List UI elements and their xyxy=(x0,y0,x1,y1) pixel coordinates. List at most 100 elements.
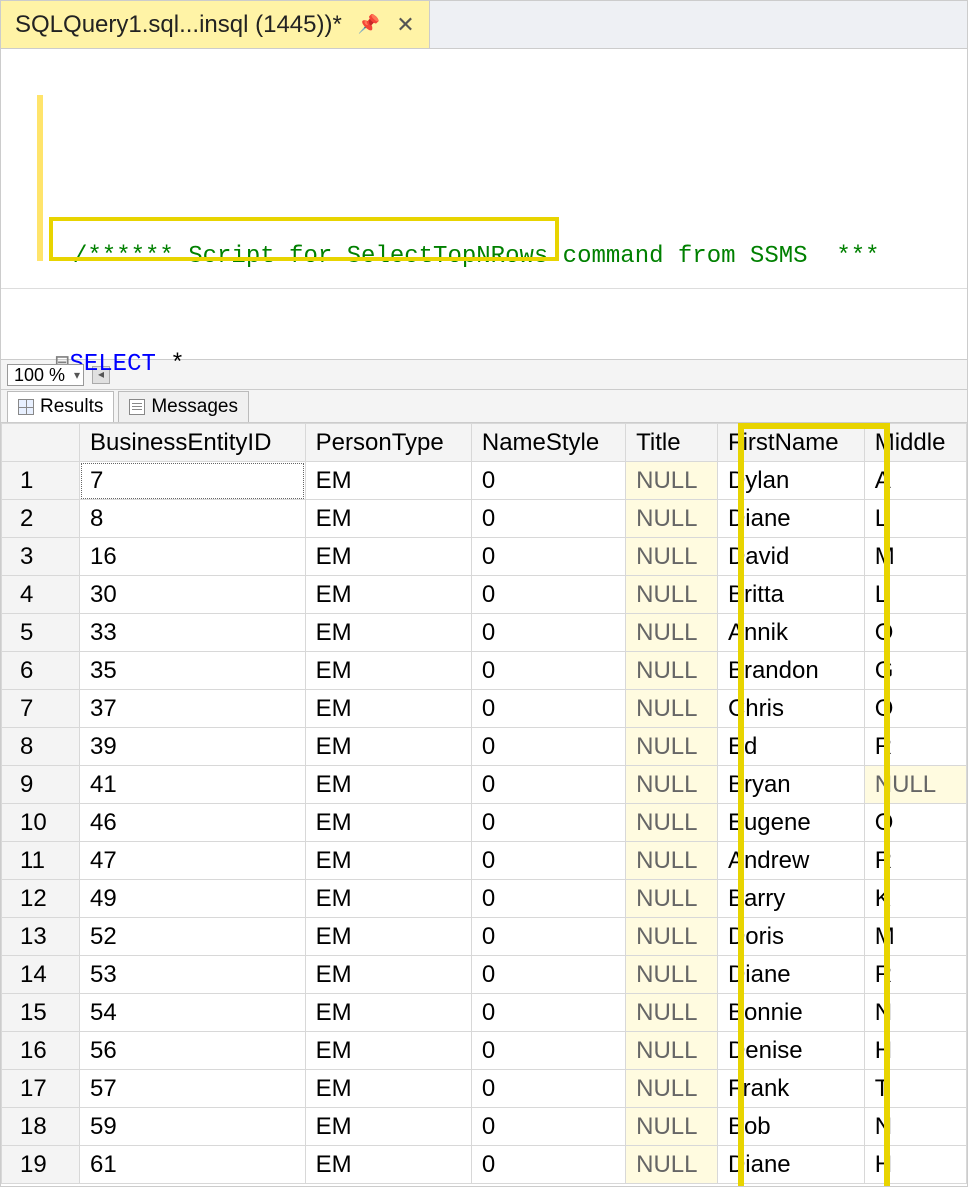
cell-middlename[interactable]: T xyxy=(864,1070,966,1108)
row-number[interactable]: 12 xyxy=(2,880,80,918)
results-grid[interactable]: BusinessEntityID PersonType NameStyle Ti… xyxy=(1,423,967,1184)
row-number[interactable]: 2 xyxy=(2,500,80,538)
row-number[interactable]: 16 xyxy=(2,1032,80,1070)
cell-firstname[interactable]: Ed xyxy=(717,728,864,766)
cell-middlename[interactable]: G xyxy=(864,652,966,690)
cell-namestyle[interactable]: 0 xyxy=(471,994,625,1032)
cell-title[interactable]: NULL xyxy=(626,652,718,690)
cell-namestyle[interactable]: 0 xyxy=(471,614,625,652)
cell-businessentityid[interactable]: 49 xyxy=(80,880,306,918)
cell-middlename[interactable]: NULL xyxy=(864,766,966,804)
cell-namestyle[interactable]: 0 xyxy=(471,576,625,614)
row-number[interactable]: 5 xyxy=(2,614,80,652)
cell-firstname[interactable]: Bob xyxy=(717,1108,864,1146)
cell-namestyle[interactable]: 0 xyxy=(471,652,625,690)
cell-title[interactable]: NULL xyxy=(626,690,718,728)
zoom-dropdown[interactable]: 100 % xyxy=(7,364,84,386)
table-row[interactable]: 1757EM0NULLFrankT xyxy=(2,1070,967,1108)
table-row[interactable]: 1961EM0NULLDianeH xyxy=(2,1146,967,1184)
col-namestyle[interactable]: NameStyle xyxy=(471,424,625,462)
cell-title[interactable]: NULL xyxy=(626,766,718,804)
cell-businessentityid[interactable]: 33 xyxy=(80,614,306,652)
table-row[interactable]: 316EM0NULLDavidM xyxy=(2,538,967,576)
cell-namestyle[interactable]: 0 xyxy=(471,804,625,842)
cell-businessentityid[interactable]: 41 xyxy=(80,766,306,804)
table-row[interactable]: 941EM0NULLBryanNULL xyxy=(2,766,967,804)
cell-businessentityid[interactable]: 52 xyxy=(80,918,306,956)
cell-title[interactable]: NULL xyxy=(626,576,718,614)
cell-middlename[interactable]: L xyxy=(864,500,966,538)
cell-persontype[interactable]: EM xyxy=(305,500,471,538)
cell-middlename[interactable]: H xyxy=(864,1032,966,1070)
row-number[interactable]: 15 xyxy=(2,994,80,1032)
cell-namestyle[interactable]: 0 xyxy=(471,462,625,500)
cell-title[interactable]: NULL xyxy=(626,462,718,500)
close-icon[interactable]: ✕ xyxy=(396,12,414,38)
cell-persontype[interactable]: EM xyxy=(305,994,471,1032)
cell-firstname[interactable]: David xyxy=(717,538,864,576)
cell-persontype[interactable]: EM xyxy=(305,728,471,766)
cell-businessentityid[interactable]: 59 xyxy=(80,1108,306,1146)
cell-namestyle[interactable]: 0 xyxy=(471,918,625,956)
cell-firstname[interactable]: Annik xyxy=(717,614,864,652)
sql-editor[interactable]: /****** Script for SelectTopNRows comman… xyxy=(1,49,967,359)
cell-businessentityid[interactable]: 61 xyxy=(80,1146,306,1184)
cell-firstname[interactable]: Diane xyxy=(717,500,864,538)
cell-persontype[interactable]: EM xyxy=(305,462,471,500)
row-number[interactable]: 7 xyxy=(2,690,80,728)
cell-middlename[interactable]: K xyxy=(864,880,966,918)
cell-businessentityid[interactable]: 46 xyxy=(80,804,306,842)
row-number[interactable]: 8 xyxy=(2,728,80,766)
cell-persontype[interactable]: EM xyxy=(305,880,471,918)
col-firstname[interactable]: FirstName xyxy=(717,424,864,462)
cell-persontype[interactable]: EM xyxy=(305,690,471,728)
col-businessentityid[interactable]: BusinessEntityID xyxy=(80,424,306,462)
cell-businessentityid[interactable]: 7 xyxy=(80,462,306,500)
cell-firstname[interactable]: Frank xyxy=(717,1070,864,1108)
cell-middlename[interactable]: A xyxy=(864,462,966,500)
cell-namestyle[interactable]: 0 xyxy=(471,956,625,994)
row-number[interactable]: 3 xyxy=(2,538,80,576)
cell-businessentityid[interactable]: 16 xyxy=(80,538,306,576)
row-number[interactable]: 9 xyxy=(2,766,80,804)
cell-namestyle[interactable]: 0 xyxy=(471,500,625,538)
cell-firstname[interactable]: Andrew xyxy=(717,842,864,880)
cell-persontype[interactable]: EM xyxy=(305,804,471,842)
cell-businessentityid[interactable]: 30 xyxy=(80,576,306,614)
row-number[interactable]: 18 xyxy=(2,1108,80,1146)
cell-persontype[interactable]: EM xyxy=(305,766,471,804)
table-row[interactable]: 533EM0NULLAnnikO xyxy=(2,614,967,652)
cell-businessentityid[interactable]: 35 xyxy=(80,652,306,690)
cell-persontype[interactable]: EM xyxy=(305,1032,471,1070)
cell-persontype[interactable]: EM xyxy=(305,576,471,614)
cell-title[interactable]: NULL xyxy=(626,994,718,1032)
cell-namestyle[interactable]: 0 xyxy=(471,880,625,918)
cell-middlename[interactable]: O xyxy=(864,690,966,728)
cell-persontype[interactable]: EM xyxy=(305,918,471,956)
cell-namestyle[interactable]: 0 xyxy=(471,1070,625,1108)
cell-middlename[interactable]: M xyxy=(864,538,966,576)
cell-firstname[interactable]: Diane xyxy=(717,1146,864,1184)
cell-title[interactable]: NULL xyxy=(626,1108,718,1146)
cell-title[interactable]: NULL xyxy=(626,842,718,880)
cell-firstname[interactable]: Bonnie xyxy=(717,994,864,1032)
cell-namestyle[interactable]: 0 xyxy=(471,1108,625,1146)
cell-namestyle[interactable]: 0 xyxy=(471,1032,625,1070)
cell-title[interactable]: NULL xyxy=(626,500,718,538)
cell-businessentityid[interactable]: 54 xyxy=(80,994,306,1032)
cell-title[interactable]: NULL xyxy=(626,614,718,652)
document-tab[interactable]: SQLQuery1.sql...insql (1445))* 📌 ✕ xyxy=(1,1,430,48)
table-row[interactable]: 17EM0NULLDylanA xyxy=(2,462,967,500)
cell-persontype[interactable]: EM xyxy=(305,1108,471,1146)
cell-firstname[interactable]: Eugene xyxy=(717,804,864,842)
col-middlename[interactable]: Middle xyxy=(864,424,966,462)
cell-firstname[interactable]: Britta xyxy=(717,576,864,614)
table-row[interactable]: 839EM0NULLEdR xyxy=(2,728,967,766)
table-row[interactable]: 1859EM0NULLBobN xyxy=(2,1108,967,1146)
pin-icon[interactable]: 📌 xyxy=(358,14,380,35)
table-row[interactable]: 1249EM0NULLBarryK xyxy=(2,880,967,918)
table-row[interactable]: 28EM0NULLDianeL xyxy=(2,500,967,538)
row-number[interactable]: 14 xyxy=(2,956,80,994)
cell-middlename[interactable]: H xyxy=(864,1146,966,1184)
cell-businessentityid[interactable]: 47 xyxy=(80,842,306,880)
